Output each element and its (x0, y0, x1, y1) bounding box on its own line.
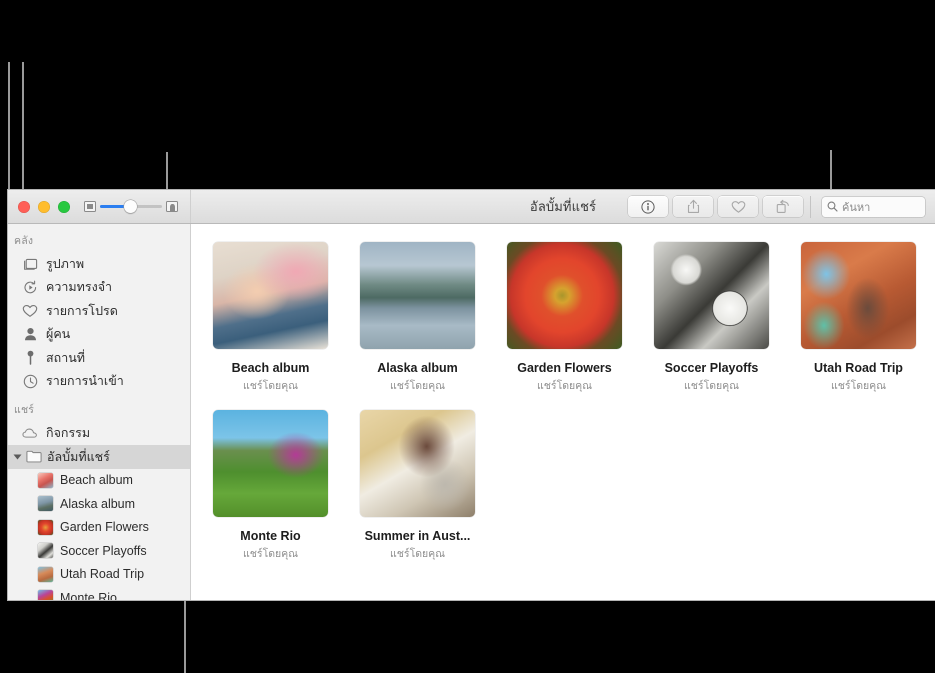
sidebar-album-garden-flowers[interactable]: Garden Flowers (8, 516, 190, 540)
sidebar-item-label: อัลบั้มที่แชร์ (47, 449, 110, 464)
slider-knob[interactable] (124, 200, 137, 213)
album-cell[interactable]: Beach album แชร์โดยคุณ (197, 242, 344, 394)
zoom-button[interactable] (58, 200, 70, 213)
photos-window: อัลบั้มที่แชร์ ค้นหา คลัง รูปภาพ ความทรง… (8, 190, 935, 600)
sidebar-album-alaska-album[interactable]: Alaska album (8, 492, 190, 516)
memories-icon (22, 280, 38, 295)
sidebar-item-activity[interactable]: กิจกรรม (8, 421, 190, 445)
slider-track[interactable] (100, 200, 162, 213)
photos-icon (22, 257, 38, 271)
sidebar-item-label: กิจกรรม (46, 425, 91, 440)
sidebar-item-label: รายการโปรด (46, 303, 118, 318)
album-subtitle: แชร์โดยคุณ (390, 548, 445, 560)
album-subtitle: แชร์โดยคุณ (537, 380, 592, 392)
album-subtitle: แชร์โดยคุณ (243, 380, 298, 392)
thumbnail-size-slider[interactable] (84, 200, 178, 213)
window-titlebar[interactable]: อัลบั้มที่แชร์ ค้นหา (8, 190, 935, 224)
album-thumbnail-garden[interactable] (507, 242, 622, 349)
sidebar-section-shared-title: แชร์ (14, 404, 35, 416)
sidebar-item-people[interactable]: ผู้คน (8, 323, 190, 347)
sidebar-album-label: Alaska album (60, 496, 136, 511)
sidebar-item-label: สถานที่ (46, 350, 86, 365)
sidebar-item-label: รูปภาพ (46, 256, 85, 271)
album-name: Garden Flowers (517, 361, 612, 375)
small-thumbnail-icon (84, 201, 96, 212)
imports-clock-icon (22, 374, 38, 389)
sidebar-item-photos[interactable]: รูปภาพ (8, 252, 190, 276)
album-thumbnail-soccer[interactable] (654, 242, 769, 349)
album-thumbnail-summer-australia[interactable] (360, 410, 475, 517)
shared-albums-grid: Beach album แชร์โดยคุณ Alaska album แชร์… (191, 224, 935, 600)
album-subtitle: แชร์โดยคุณ (831, 380, 886, 392)
minimize-button[interactable] (38, 200, 50, 213)
cloud-activity-icon (22, 427, 38, 439)
album-subtitle: แชร์โดยคุณ (684, 380, 739, 392)
sidebar-item-imports[interactable]: รายการนำเข้า (8, 370, 190, 394)
sidebar-section-library-title: คลัง (14, 235, 34, 247)
album-cell[interactable]: Soccer Playoffs แชร์โดยคุณ (638, 242, 785, 394)
album-thumbnail (38, 496, 53, 512)
album-thumbnail-beach[interactable] (213, 242, 328, 349)
window-title: อัลบั้มที่แชร์ (529, 198, 597, 214)
sidebar-album-beach-album[interactable]: Beach album (8, 469, 190, 493)
titlebar-main-zone: อัลบั้มที่แชร์ ค้นหา (191, 190, 935, 223)
close-button[interactable] (18, 200, 30, 213)
sidebar-item-shared-albums[interactable]: อัลบั้มที่แชร์ (8, 444, 190, 469)
album-thumbnail (38, 566, 53, 582)
album-name: Alaska album (377, 361, 458, 375)
window-body: คลัง รูปภาพ ความทรงจำ รายการโปรด ผู้คน ส… (8, 224, 935, 600)
album-cell[interactable]: Garden Flowers แชร์โดยคุณ (491, 242, 638, 394)
album-name: Utah Road Trip (814, 361, 903, 375)
sidebar-album-utah-road-trip[interactable]: Utah Road Trip (8, 563, 190, 587)
album-name: Summer in Aust... (364, 529, 471, 543)
sidebar-album-label: Garden Flowers (60, 520, 149, 535)
sidebar-album-label: Beach album (60, 473, 133, 488)
sidebar-album-label: Soccer Playoffs (60, 543, 147, 558)
large-thumbnail-icon (166, 201, 178, 212)
album-thumbnail (38, 519, 53, 535)
album-thumbnail (38, 472, 53, 488)
sidebar[interactable]: คลัง รูปภาพ ความทรงจำ รายการโปรด ผู้คน ส… (8, 224, 191, 600)
sidebar-album-label: Utah Road Trip (60, 567, 145, 582)
album-thumbnail (38, 543, 53, 559)
sidebar-item-label: ความทรงจำ (46, 280, 113, 295)
sidebar-album-monte-rio[interactable]: Monte Rio (8, 586, 190, 600)
places-pin-icon (22, 350, 38, 365)
album-thumbnail-monte-rio[interactable] (213, 410, 328, 517)
album-subtitle: แชร์โดยคุณ (243, 548, 298, 560)
sidebar-item-places[interactable]: สถานที่ (8, 346, 190, 370)
album-cell[interactable]: Utah Road Trip แชร์โดยคุณ (785, 242, 932, 394)
album-name: Beach album (231, 361, 310, 375)
album-grid: Beach album แชร์โดยคุณ Alaska album แชร์… (191, 224, 935, 578)
sidebar-item-label: ผู้คน (46, 327, 71, 342)
album-name: Soccer Playoffs (664, 361, 759, 375)
chevron-down-icon[interactable] (13, 454, 22, 459)
window-controls[interactable] (18, 200, 70, 213)
sidebar-item-favorites[interactable]: รายการโปรด (8, 299, 190, 323)
album-thumbnail-utah[interactable] (801, 242, 916, 349)
sidebar-item-label: รายการนำเข้า (46, 374, 124, 389)
album-thumbnail-alaska[interactable] (360, 242, 475, 349)
sidebar-item-memories[interactable]: ความทรงจำ (8, 276, 190, 300)
album-thumbnail (38, 590, 53, 600)
heart-icon (22, 304, 38, 318)
album-cell[interactable]: Alaska album แชร์โดยคุณ (344, 242, 491, 394)
album-name: Monte Rio (240, 529, 301, 543)
album-cell[interactable]: Summer in Aust... แชร์โดยคุณ (344, 410, 491, 562)
screenshot-stage: อัลบั้มที่แชร์ ค้นหา คลัง รูปภาพ ความทรง… (0, 0, 935, 673)
album-subtitle: แชร์โดยคุณ (390, 380, 445, 392)
sidebar-album-label: Monte Rio (60, 590, 117, 600)
sidebar-album-soccer-playoffs[interactable]: Soccer Playoffs (8, 539, 190, 563)
people-icon (22, 327, 38, 341)
titlebar-sidebar-zone (8, 190, 191, 223)
album-cell[interactable]: Monte Rio แชร์โดยคุณ (197, 410, 344, 562)
folder-icon (26, 450, 42, 463)
